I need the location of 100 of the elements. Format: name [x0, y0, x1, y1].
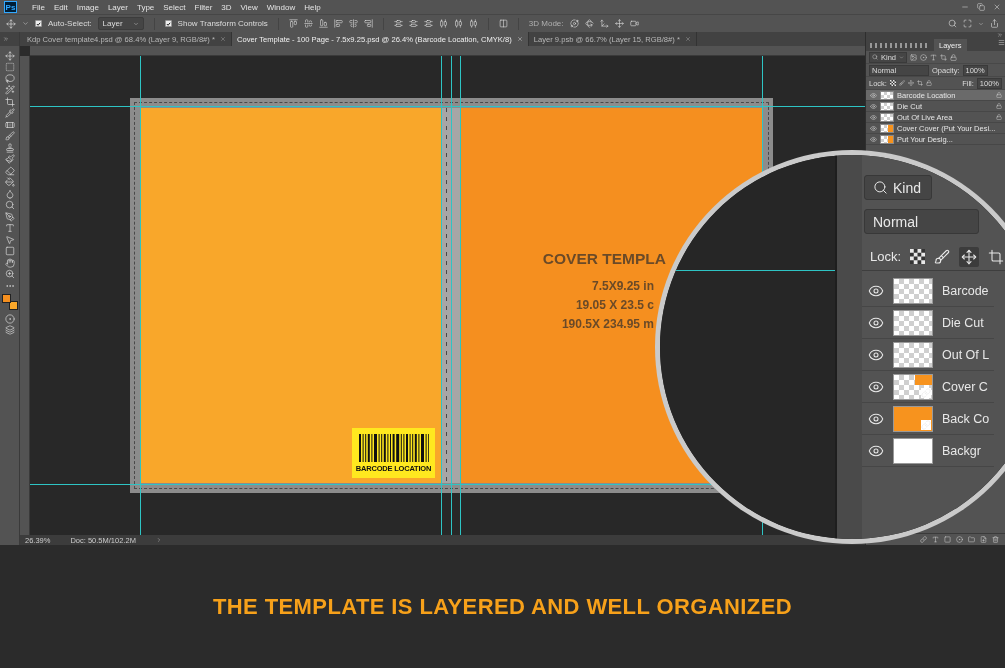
- eyedropper-icon[interactable]: [4, 108, 15, 118]
- close-icon[interactable]: [684, 36, 691, 42]
- brush-icon[interactable]: [934, 248, 951, 265]
- link-icon: [921, 387, 931, 398]
- blend-select[interactable]: Normal: [864, 209, 979, 234]
- distribute-icon[interactable]: [453, 19, 463, 28]
- menu-item[interactable]: Help: [304, 2, 321, 12]
- align-center-icon[interactable]: [348, 19, 358, 28]
- menu-item[interactable]: Window: [266, 2, 296, 12]
- menu-item[interactable]: Type: [136, 2, 155, 12]
- distribute-icon[interactable]: [393, 19, 403, 28]
- menu-item[interactable]: 3D: [221, 2, 232, 12]
- image-icon[interactable]: [910, 53, 917, 61]
- menu-item[interactable]: Select: [163, 2, 186, 12]
- color-swatches[interactable]: [1, 294, 18, 310]
- align-left-icon[interactable]: [333, 19, 343, 28]
- crop-icon[interactable]: [988, 248, 1005, 265]
- layer-row[interactable]: Cover C: [862, 371, 994, 403]
- workspace-icon[interactable]: [963, 19, 972, 28]
- move-icon[interactable]: [6, 18, 16, 29]
- menu-item[interactable]: Layer: [107, 2, 128, 12]
- layer-thumbnail: [880, 101, 894, 111]
- caret-icon[interactable]: [155, 537, 162, 543]
- layer-row[interactable]: Backgr: [862, 435, 994, 467]
- eye-icon[interactable]: [870, 135, 877, 143]
- filter-select[interactable]: Kind: [864, 175, 932, 200]
- slide-icon[interactable]: [614, 19, 624, 28]
- brush-icon[interactable]: [4, 131, 15, 141]
- menu-item[interactable]: Edit: [53, 2, 68, 12]
- checker-icon[interactable]: [910, 249, 926, 264]
- checkbox[interactable]: [164, 20, 172, 27]
- checkbox[interactable]: [35, 20, 42, 27]
- menu-item[interactable]: File: [32, 2, 45, 12]
- layer-thumbnail: [880, 112, 894, 122]
- eye-icon[interactable]: [870, 113, 877, 121]
- crop-icon[interactable]: [916, 80, 923, 86]
- rotate-icon[interactable]: [584, 19, 594, 28]
- camera-icon[interactable]: [629, 19, 639, 28]
- distribute-icon[interactable]: [438, 19, 448, 28]
- collapse-icon[interactable]: [997, 32, 1003, 38]
- crop-icon[interactable]: [4, 96, 15, 107]
- layer-row[interactable]: Die Cut: [862, 307, 994, 339]
- trash-icon[interactable]: [992, 536, 999, 543]
- adjustment-icon[interactable]: [920, 53, 927, 61]
- lock-icon[interactable]: [925, 80, 932, 86]
- size-line: 7.5X9.25 in: [591, 278, 654, 295]
- marquee-icon[interactable]: [4, 62, 15, 72]
- pen-icon[interactable]: [4, 211, 15, 222]
- mask-icon[interactable]: [944, 536, 951, 543]
- move-icon[interactable]: [4, 50, 15, 61]
- stamp-icon[interactable]: [4, 142, 15, 153]
- lock-label: Lock:: [870, 249, 902, 264]
- type-icon[interactable]: [4, 223, 15, 233]
- distribute-icon[interactable]: [423, 19, 433, 28]
- distribute-icon[interactable]: [468, 19, 478, 28]
- drop-icon[interactable]: [4, 188, 15, 199]
- pointer-icon[interactable]: [4, 234, 15, 245]
- bandage-icon[interactable]: [4, 119, 15, 130]
- columns-icon[interactable]: [498, 19, 508, 28]
- align-middle-icon[interactable]: [303, 19, 313, 28]
- adjustment-icon[interactable]: [956, 536, 963, 543]
- caret-icon[interactable]: [22, 20, 29, 27]
- target-select[interactable]: Layer: [97, 17, 144, 30]
- align-right-icon[interactable]: [363, 19, 373, 28]
- eye-icon[interactable]: [870, 124, 877, 132]
- close-icon[interactable]: [993, 3, 1001, 11]
- close-icon[interactable]: [516, 36, 523, 42]
- new-layer-icon[interactable]: [980, 536, 987, 543]
- eraser-icon[interactable]: [4, 165, 15, 176]
- menu-item[interactable]: View: [240, 2, 258, 12]
- rectangle-icon[interactable]: [4, 246, 15, 256]
- expand-icon[interactable]: [3, 36, 9, 42]
- paintbrush-icon[interactable]: [4, 154, 15, 164]
- layer-row[interactable]: Barcode: [862, 275, 994, 307]
- link-icon[interactable]: [920, 536, 927, 543]
- align-top-icon[interactable]: [288, 19, 298, 28]
- caret-icon[interactable]: [978, 20, 984, 27]
- checker-icon[interactable]: [889, 80, 896, 86]
- menu-item[interactable]: Filter: [194, 2, 213, 12]
- lock-icon[interactable]: [950, 53, 957, 61]
- layer-row[interactable]: Back Co: [862, 403, 994, 435]
- minimize-icon[interactable]: [961, 3, 969, 11]
- layer-name: Backgr: [942, 443, 981, 458]
- type-icon[interactable]: [930, 53, 937, 61]
- distribute-icon[interactable]: [408, 19, 418, 28]
- menu-item[interactable]: Image: [76, 2, 99, 12]
- layer-row[interactable]: Out Of L: [862, 339, 994, 371]
- share-icon[interactable]: [990, 19, 999, 28]
- hand-icon[interactable]: [4, 257, 15, 268]
- restore-icon[interactable]: [977, 3, 985, 11]
- menu-icon[interactable]: [998, 39, 1005, 46]
- close-icon[interactable]: [219, 36, 226, 42]
- wand-icon[interactable]: [4, 85, 15, 95]
- lasso-icon[interactable]: [4, 73, 15, 84]
- align-bottom-icon[interactable]: [318, 19, 328, 28]
- orbit-icon[interactable]: [569, 19, 579, 28]
- folder-icon[interactable]: [968, 536, 975, 543]
- zoom-icon[interactable]: [4, 269, 15, 279]
- eye-icon[interactable]: [870, 102, 877, 110]
- search-icon[interactable]: [948, 19, 957, 28]
